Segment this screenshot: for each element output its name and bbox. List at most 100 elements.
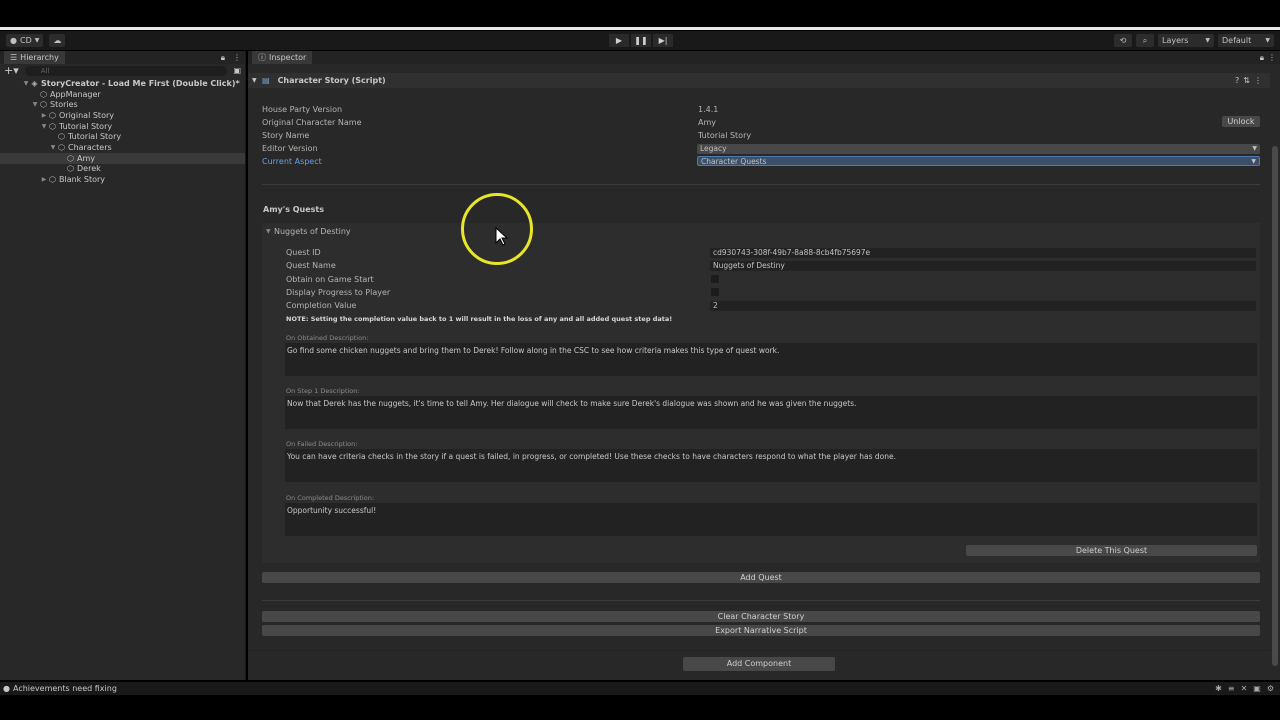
info-icon: ● [3, 684, 10, 693]
layout-icon[interactable]: ▣ [1253, 684, 1261, 693]
chevron-down-icon: ▼ [1252, 145, 1257, 152]
quests-header: Amy's Quests [263, 205, 325, 214]
hierarchy-item[interactable]: ⬡ Derek [0, 164, 245, 175]
status-message[interactable]: Achievements need fixing [13, 684, 117, 693]
window-top-border [0, 27, 1280, 30]
obtained-desc-label: On Obtained Description: [286, 334, 369, 342]
status-bar: ● Achievements need fixing ✱ ≡ ✕ ▣ ⚙ [0, 682, 1280, 695]
current-aspect-label: Current Aspect [262, 157, 322, 166]
list-icon: ☰ [10, 53, 18, 62]
history-button[interactable]: ⟲ [1114, 34, 1132, 47]
gameobject-icon: ⬡ [67, 164, 74, 174]
hierarchy-item-label: Stories [50, 100, 78, 110]
chevron-down-icon: ▼ [1251, 158, 1256, 165]
export-narrative-script-button[interactable]: Export Narrative Script [262, 625, 1260, 636]
main-toolbar: ● CD ▼ ☁ ▶ ❚❚ ▶| ⟲ ⌕ Layers ▼ Default ▼ [0, 31, 1280, 50]
failed-desc-label: On Failed Description: [286, 440, 358, 448]
play-button[interactable]: ▶ [609, 34, 629, 47]
lock-icon[interactable]: 🔒︎ [221, 53, 225, 63]
search-button[interactable]: ⌕ [1136, 34, 1154, 47]
status-icons: ✱ ≡ ✕ ▣ ⚙ [1215, 684, 1274, 693]
chevron-right-icon[interactable]: ▶ [40, 176, 48, 183]
original-name-value: Amy [698, 118, 716, 127]
current-aspect-dropdown[interactable]: Character Quests ▼ [697, 156, 1260, 166]
chevron-down-icon[interactable]: ▼ [22, 80, 30, 87]
inspector-tab-bar: ⓘ Inspector 🔒︎ ⋮ [248, 51, 1280, 64]
stack-icon[interactable]: ≡ [1228, 684, 1235, 693]
mouse-pointer-icon [495, 227, 509, 246]
layers-dropdown[interactable]: Layers ▼ [1158, 34, 1214, 47]
cloud-icon: ☁ [53, 36, 62, 45]
foldout-arrow-icon[interactable]: ▼ [266, 228, 271, 235]
display-progress-label: Display Progress to Player [286, 288, 391, 297]
hierarchy-item[interactable]: ▼ ⬡ Stories [0, 99, 245, 110]
chevron-down-icon[interactable]: ▼ [49, 144, 57, 151]
completed-desc-label: On Completed Description: [286, 494, 375, 502]
delete-quest-button[interactable]: Delete This Quest [966, 545, 1257, 556]
component-header[interactable]: ▼ ▤ Character Story (Script) ?⇅⋮ [248, 73, 1270, 88]
chevron-right-icon[interactable]: ▶ [40, 112, 48, 119]
hierarchy-item-label: Blank Story [59, 175, 105, 185]
step1-desc-label: On Step 1 Description: [286, 387, 360, 395]
search-icon: ⌕ [1142, 35, 1148, 45]
hierarchy-item[interactable]: ⬡ Tutorial Story [0, 131, 245, 142]
obtain-on-start-checkbox[interactable] [711, 275, 719, 283]
info-icon: ⓘ [258, 53, 266, 62]
lock-icon[interactable]: 🔒︎ [1260, 53, 1264, 63]
hierarchy-search-input[interactable]: All [24, 65, 228, 76]
step-icon: ▶| [658, 36, 668, 45]
chevron-down-icon[interactable]: ▼ [31, 101, 39, 108]
completion-value-field[interactable]: 2 [710, 301, 1256, 311]
chevron-down-icon[interactable]: ▼ [40, 123, 48, 130]
cloud-button[interactable]: ☁ [49, 34, 66, 47]
tools-icon[interactable]: ✕ [1241, 684, 1248, 693]
completion-value-label: Completion Value [286, 301, 357, 310]
story-name-label: Story Name [262, 131, 310, 140]
account-dropdown[interactable]: ● CD ▼ [6, 34, 44, 47]
quest-foldout-label[interactable]: Nuggets of Destiny [274, 227, 351, 236]
hierarchy-item[interactable]: ▼ ◈ StoryCreator - Load Me First (Double C… [0, 78, 245, 89]
unlock-button[interactable]: Unlock [1222, 116, 1260, 127]
add-component-button[interactable]: Add Component [683, 657, 835, 671]
tab-hierarchy[interactable]: ☰ Hierarchy [4, 51, 65, 64]
section-divider [262, 600, 1260, 601]
component-menu-icons[interactable]: ?⇅⋮ [1235, 76, 1266, 85]
inspector-panel: ⓘ Inspector 🔒︎ ⋮ ▼ ▤ Character Story (Sc… [248, 51, 1280, 680]
section-divider [262, 184, 1260, 185]
add-quest-button[interactable]: Add Quest [262, 572, 1260, 583]
completed-desc-textarea[interactable]: Opportunity successful! [285, 503, 1257, 536]
hierarchy-item[interactable]: ▶ ⬡ Blank Story [0, 174, 245, 185]
quest-item: ▼ Nuggets of Destiny Quest ID cd930743-3… [262, 223, 1260, 563]
hierarchy-item[interactable]: ▼ ⬡ Characters [0, 142, 245, 153]
quest-id-field[interactable]: cd930743-308f-49b7-8a88-8cb4fb75697e [710, 248, 1256, 258]
settings-icon[interactable]: ⚙ [1267, 684, 1274, 693]
component-title: Character Story (Script) [277, 76, 386, 85]
hierarchy-item[interactable]: ▼ ⬡ Tutorial Story [0, 121, 245, 132]
pause-button[interactable]: ❚❚ [631, 34, 651, 47]
chevron-down-icon: ▼ [1265, 37, 1270, 44]
hierarchy-panel: ☰ Hierarchy 🔒︎ ⋮ +▾ All ▣ ▼ ◈ StoryCreator… [0, 51, 246, 680]
add-icon[interactable]: +▾ [4, 64, 19, 77]
obtained-desc-textarea[interactable]: Go find some chicken nuggets and bring t… [285, 343, 1257, 376]
more-icon[interactable]: ⋮ [233, 53, 241, 62]
hierarchy-item[interactable]: ⬡ Amy [0, 152, 245, 164]
bug-icon[interactable]: ✱ [1215, 684, 1222, 693]
more-icon[interactable]: ⋮ [1268, 53, 1276, 62]
hierarchy-item[interactable]: ⬡ AppManager [0, 89, 245, 100]
filter-icon[interactable]: ▣ [233, 66, 241, 75]
section-divider [248, 650, 1270, 651]
inspector-scrollbar[interactable] [1272, 146, 1278, 666]
clear-character-story-button[interactable]: Clear Character Story [262, 611, 1260, 622]
hierarchy-item-label: Tutorial Story [68, 132, 122, 142]
tab-inspector[interactable]: ⓘ Inspector [252, 51, 313, 64]
layout-dropdown[interactable]: Default ▼ [1218, 34, 1274, 47]
completion-note: NOTE: Setting the completion value back … [286, 315, 673, 323]
step1-desc-textarea[interactable]: Now that Derek has the nuggets, it's tim… [285, 396, 1257, 429]
editor-version-dropdown[interactable]: Legacy ▼ [697, 144, 1260, 154]
hierarchy-item-label: Tutorial Story [59, 121, 113, 131]
failed-desc-textarea[interactable]: You can have criteria checks in the stor… [285, 449, 1257, 482]
quest-name-field[interactable]: Nuggets of Destiny [710, 261, 1256, 271]
step-button[interactable]: ▶| [653, 34, 673, 47]
display-progress-checkbox[interactable] [711, 288, 719, 296]
hierarchy-item[interactable]: ▶ ⬡ Original Story [0, 110, 245, 121]
